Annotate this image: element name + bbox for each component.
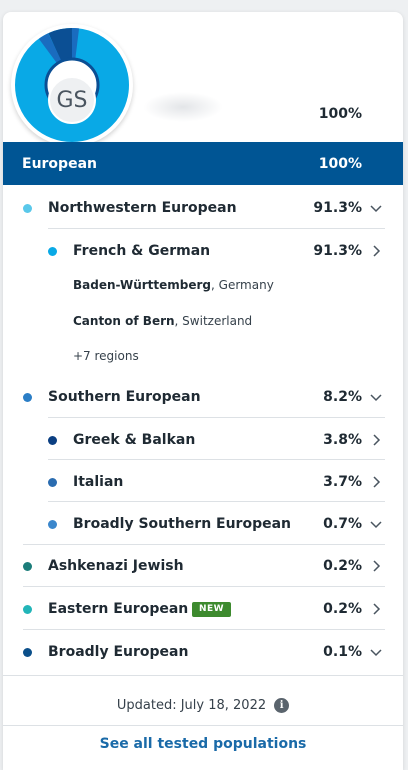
population-percent: 3.7% bbox=[323, 474, 362, 490]
region-country: , Germany bbox=[211, 278, 274, 292]
ancestry-donut-chart: GS bbox=[11, 24, 133, 146]
population-percent: 91.3% bbox=[313, 243, 362, 259]
color-dot bbox=[48, 246, 57, 256]
color-dot bbox=[48, 435, 57, 445]
color-dot bbox=[23, 392, 32, 402]
population-percent: 8.2% bbox=[323, 389, 362, 405]
divider bbox=[48, 228, 385, 229]
population-label: Greek & Balkan bbox=[73, 432, 196, 448]
new-badge: NEW bbox=[192, 601, 232, 617]
population-label: Northwestern European bbox=[48, 200, 237, 216]
row-ashkenazi-jewish[interactable]: Ashkenazi Jewish 0.2% bbox=[3, 545, 403, 587]
population-label: Ashkenazi Jewish bbox=[48, 558, 184, 574]
total-percent: 100% bbox=[318, 106, 362, 122]
avatar: GS bbox=[48, 76, 96, 124]
chevron-right-icon[interactable] bbox=[369, 602, 383, 616]
population-label: Broadly European bbox=[48, 644, 189, 660]
region-name: Canton of Bern bbox=[73, 314, 175, 328]
population-label: Broadly Southern European bbox=[73, 516, 292, 532]
color-dot bbox=[23, 203, 32, 213]
chevron-down-icon[interactable] bbox=[369, 645, 383, 659]
more-regions-link[interactable]: +7 regions bbox=[73, 349, 139, 363]
chevron-down-icon[interactable] bbox=[369, 390, 383, 404]
population-percent: 0.2% bbox=[323, 601, 362, 617]
color-dot bbox=[23, 561, 32, 571]
updated-text: Updated: July 18, 2022 bbox=[116, 697, 267, 713]
color-dot bbox=[48, 519, 57, 529]
banner-label: European bbox=[22, 155, 97, 172]
population-percent: 0.1% bbox=[323, 644, 362, 660]
color-dot bbox=[23, 604, 32, 614]
see-all-populations-link[interactable]: See all tested populations bbox=[3, 736, 403, 760]
row-eastern-european[interactable]: Eastern European NEW 0.2% bbox=[3, 588, 403, 630]
divider bbox=[3, 675, 403, 676]
row-broadly-european[interactable]: Broadly European 0.1% bbox=[3, 631, 403, 673]
population-label: Italian bbox=[73, 474, 124, 490]
divider bbox=[23, 629, 385, 630]
region-canton-of-bern[interactable]: Canton of Bern, Switzerland bbox=[73, 314, 252, 328]
region-name: Baden-Württemberg bbox=[73, 278, 212, 292]
divider bbox=[48, 417, 385, 418]
row-broadly-southern-european[interactable]: Broadly Southern European 0.7% bbox=[3, 503, 403, 545]
row-french-german[interactable]: French & German 91.3% bbox=[3, 230, 403, 272]
chevron-right-icon[interactable] bbox=[369, 475, 383, 489]
european-banner[interactable]: European 100% bbox=[3, 142, 403, 185]
chevron-down-icon[interactable] bbox=[369, 517, 383, 531]
row-southern-european[interactable]: Southern European 8.2% bbox=[3, 376, 403, 418]
divider bbox=[48, 501, 385, 502]
row-greek-balkan[interactable]: Greek & Balkan 3.8% bbox=[3, 419, 403, 461]
banner-percent: 100% bbox=[318, 155, 362, 172]
chevron-right-icon[interactable] bbox=[369, 244, 383, 258]
chevron-right-icon[interactable] bbox=[369, 433, 383, 447]
divider bbox=[23, 586, 385, 587]
divider bbox=[48, 459, 385, 460]
chevron-right-icon[interactable] bbox=[369, 559, 383, 573]
population-percent: 3.8% bbox=[323, 432, 362, 448]
population-label: Southern European bbox=[48, 389, 201, 405]
population-label: French & German bbox=[73, 243, 211, 259]
row-italian[interactable]: Italian 3.7% bbox=[3, 461, 403, 503]
region-baden-wurttemberg[interactable]: Baden-Württemberg, Germany bbox=[73, 278, 274, 292]
updated-line: Updated: July 18, 2022 i bbox=[3, 692, 403, 718]
region-country: , Switzerland bbox=[174, 314, 253, 328]
color-dot bbox=[48, 477, 57, 487]
color-dot bbox=[23, 647, 32, 657]
population-percent: 0.2% bbox=[323, 558, 362, 574]
population-percent: 91.3% bbox=[313, 200, 362, 216]
chevron-down-icon[interactable] bbox=[369, 201, 383, 215]
ancestry-card: GS 100% European 100% Northwestern Europ… bbox=[3, 12, 403, 770]
row-northwestern-european[interactable]: Northwestern European 91.3% bbox=[3, 187, 403, 229]
population-percent: 0.7% bbox=[323, 516, 362, 532]
blurred-name bbox=[143, 92, 223, 122]
info-icon[interactable]: i bbox=[274, 697, 290, 713]
divider bbox=[3, 725, 403, 726]
population-label: Eastern European bbox=[48, 601, 189, 617]
